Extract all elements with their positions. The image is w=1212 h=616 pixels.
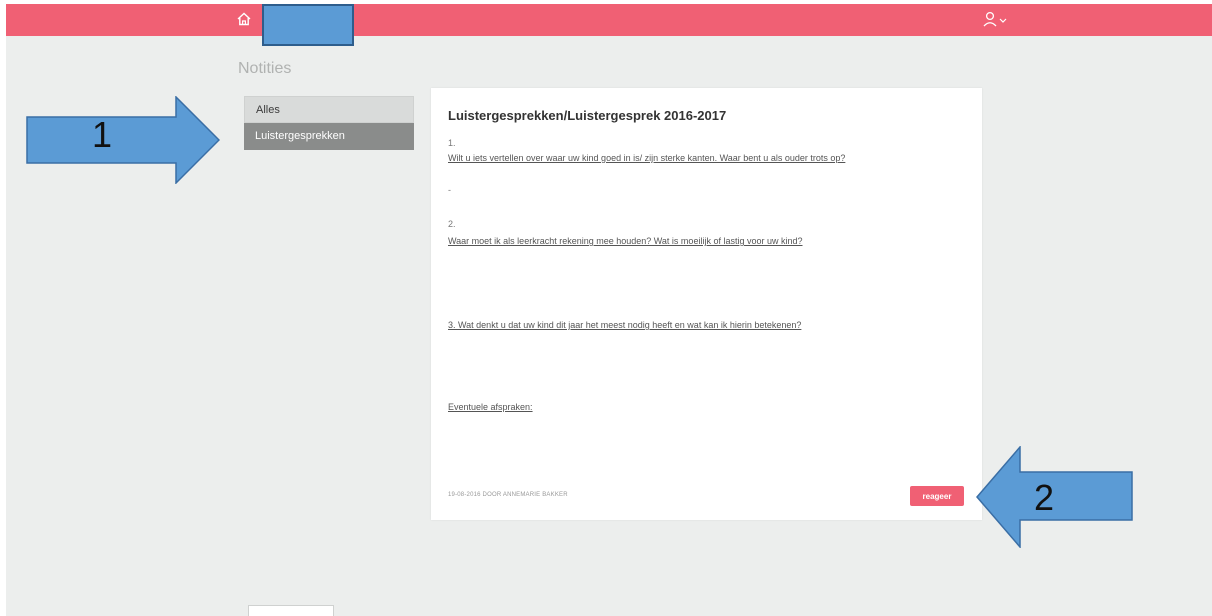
note-title: Luistergesprekken/Luistergesprek 2016-20…: [448, 108, 727, 123]
redaction-box: [262, 4, 354, 46]
reply-button[interactable]: reageer: [910, 486, 964, 506]
chevron-down-icon: [999, 18, 1007, 23]
question-2-text: Waar moet ik als leerkracht rekening mee…: [448, 236, 803, 246]
question-3-text: 3. Wat denkt u dat uw kind dit jaar het …: [448, 320, 802, 330]
agreements-label: Eventuele afspraken:: [448, 402, 533, 412]
annotation-arrow-2: [976, 446, 1133, 548]
notes-category-menu: Alles Luistergesprekken: [244, 96, 414, 150]
user-menu[interactable]: [982, 10, 1012, 30]
question-1-text: Wilt u iets vertellen over waar uw kind …: [448, 153, 846, 163]
question-2-number: 2.: [448, 219, 456, 229]
menu-item-alles[interactable]: Alles: [244, 96, 414, 123]
user-icon: [983, 11, 997, 27]
page-title: Notities: [238, 60, 292, 77]
home-icon[interactable]: [236, 11, 252, 27]
annotation-label-1: 1: [92, 114, 113, 155]
note-meta: 19-08-2016 DOOR ANNEMARIE BAKKER: [448, 492, 568, 498]
annotation-label-2: 2: [1034, 477, 1055, 518]
note-card: Luistergesprekken/Luistergesprek 2016-20…: [431, 88, 982, 520]
annotation-arrow-1: [26, 96, 220, 184]
bottom-panel: [248, 605, 334, 616]
top-bar: [6, 4, 1212, 36]
menu-item-luistergesprekken[interactable]: Luistergesprekken: [244, 123, 414, 150]
question-1-number: 1.: [448, 138, 456, 148]
answer-1-text: -: [448, 185, 451, 195]
